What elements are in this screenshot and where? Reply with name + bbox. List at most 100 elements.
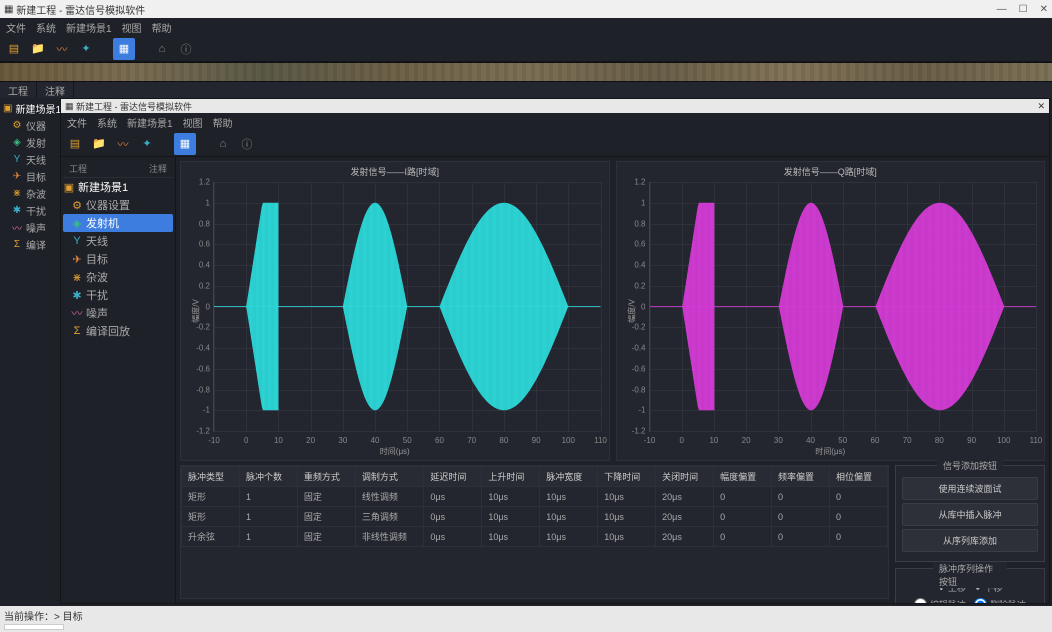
menu-system[interactable]: 系统	[36, 20, 56, 35]
col-header[interactable]: 频率偏置	[772, 467, 830, 487]
app-icon: ▦	[4, 4, 13, 15]
tb-info-icon[interactable]: ⓘ	[177, 40, 195, 58]
radio-delete-pulse[interactable]: 删除脉冲	[974, 598, 1026, 603]
noise-icon: 〰	[11, 222, 23, 234]
plane-icon: ✈	[11, 171, 23, 183]
maximize-icon[interactable]: ☐	[1019, 4, 1028, 15]
tree-item-目标[interactable]: ✈目标	[3, 168, 57, 185]
inner-menu-view[interactable]: 视图	[183, 115, 203, 130]
tree-item-仪器[interactable]: ⚙仪器	[3, 117, 57, 134]
tree-item-噪声[interactable]: 〰噪声	[3, 219, 57, 236]
inner-tree-root[interactable]: ▣ 新建场景1	[63, 178, 173, 196]
btn-use-cw[interactable]: 使用连续波面试	[902, 477, 1038, 500]
itb-doc-icon[interactable]: ▤	[66, 135, 84, 153]
status-input[interactable]	[4, 624, 64, 630]
minimize-icon[interactable]: —	[997, 4, 1007, 15]
inner-close-icon[interactable]: ✕	[1037, 101, 1045, 111]
tree-item-杂波[interactable]: ⋇杂波	[3, 185, 57, 202]
wave-icon: ⋇	[71, 271, 83, 283]
table-row[interactable]: 矩形1固定线性调频0μs10μs10μs10μs20μs000	[182, 487, 888, 507]
inner-tab-notes[interactable]: 注释	[143, 160, 173, 177]
inner-window-title: 新建工程 - 雷达信号模拟软件	[76, 100, 192, 113]
sum-icon: Σ	[11, 239, 23, 251]
status-label: 当前操作：> 目标	[4, 608, 83, 623]
col-header[interactable]: 关闭时间	[656, 467, 714, 487]
col-header[interactable]: 重频方式	[297, 467, 355, 487]
close-icon[interactable]: ✕	[1040, 4, 1048, 15]
inner-window: ▦ 新建工程 - 雷达信号模拟软件 ✕ 文件 系统 新建场景1 视图 帮助 ▤ …	[60, 98, 1050, 604]
window-title: 新建工程 - 雷达信号模拟软件	[16, 2, 145, 17]
menu-file[interactable]: 文件	[6, 20, 26, 35]
tree-item-杂波[interactable]: ⋇杂波	[63, 268, 173, 286]
tb-wave-icon[interactable]: 〰	[53, 40, 71, 58]
table-row[interactable]: 升余弦1固定非线性调频0μs10μs10μs10μs20μs000	[182, 527, 888, 547]
tree-item-目标[interactable]: ✈目标	[63, 250, 173, 268]
tb-doc-icon[interactable]: ▤	[5, 40, 23, 58]
gear-icon: ⚙	[11, 120, 23, 132]
col-header[interactable]: 脉冲个数	[239, 467, 297, 487]
itb-folder-icon[interactable]: 📁	[90, 135, 108, 153]
itb-net-icon[interactable]: ✦	[138, 135, 156, 153]
tab-project[interactable]: 工程	[0, 82, 37, 98]
gear-icon: ⚙	[71, 199, 83, 211]
outer-panel-tabs: 工程 注释	[0, 82, 1052, 98]
plot-area: -1.2-1-0.8-0.6-0.4-0.200.20.40.60.811.2-…	[213, 182, 601, 432]
radio-edit-pulse[interactable]: 编辑脉冲	[914, 598, 966, 603]
inner-menu-system[interactable]: 系统	[97, 115, 117, 130]
itb-info-icon[interactable]: ⓘ	[238, 135, 256, 153]
col-header[interactable]: 脉冲宽度	[540, 467, 598, 487]
menu-scene1[interactable]: 新建场景1	[66, 20, 112, 35]
tree-item-天线[interactable]: Y天线	[63, 232, 173, 250]
inner-menu-scene1[interactable]: 新建场景1	[127, 115, 173, 130]
chart-q[interactable]: 发射信号——Q路[时域]幅度/V-1.2-1-0.8-0.6-0.4-0.200…	[616, 161, 1046, 461]
btn-add-seq[interactable]: 从序列库添加	[902, 529, 1038, 552]
col-header[interactable]: 上升时间	[482, 467, 540, 487]
col-header[interactable]: 幅度偏置	[714, 467, 772, 487]
antenna-icon: Y	[11, 154, 23, 166]
tree-item-仪器设置[interactable]: ⚙仪器设置	[63, 196, 173, 214]
status-bar: 当前操作：> 目标	[0, 606, 1052, 632]
itb-home-icon[interactable]: ⌂	[214, 135, 232, 153]
inner-menubar: 文件 系统 新建场景1 视图 帮助	[61, 113, 1049, 131]
tree-item-编译回放[interactable]: Σ编译回放	[63, 322, 173, 340]
tab-notes[interactable]: 注释	[37, 82, 74, 98]
col-header[interactable]: 延迟时间	[424, 467, 482, 487]
tree-item-干扰[interactable]: ✱干扰	[63, 286, 173, 304]
pulse-table[interactable]: 脉冲类型脉冲个数重频方式调制方式延迟时间上升时间脉冲宽度下降时间关闭时间幅度偏置…	[180, 465, 889, 599]
tb-folder-icon[interactable]: 📁	[29, 40, 47, 58]
tree-item-天线[interactable]: Y天线	[3, 151, 57, 168]
tree-item-发射[interactable]: ◈发射	[3, 134, 57, 151]
outer-toolbar: ▤ 📁 〰 ✦ ▦ ⌂ ⓘ	[0, 36, 1052, 62]
tree-item-发射机[interactable]: ◈发射机	[63, 214, 173, 232]
tb-home-icon[interactable]: ⌂	[153, 40, 171, 58]
menu-view[interactable]: 视图	[122, 20, 142, 35]
inner-tab-project[interactable]: 工程	[63, 160, 93, 177]
col-header[interactable]: 脉冲类型	[182, 467, 240, 487]
inner-tree: 工程 注释 ▣ 新建场景1 ⚙仪器设置◈发射机Y天线✈目标⋇杂波✱干扰〰噪声Σ编…	[61, 157, 176, 603]
tb-grid-icon[interactable]: ▦	[113, 38, 135, 60]
itb-wave-icon[interactable]: 〰	[114, 135, 132, 153]
table-row[interactable]: 矩形1固定三角调频0μs10μs10μs10μs20μs000	[182, 507, 888, 527]
chart-title: 发射信号——Q路[时域]	[617, 162, 1045, 181]
itb-grid-icon[interactable]: ▦	[174, 133, 196, 155]
antenna-icon: Y	[71, 235, 83, 247]
col-header[interactable]: 相位偏置	[829, 467, 887, 487]
tree-item-编译[interactable]: Σ编译	[3, 236, 57, 253]
sum-icon: Σ	[71, 325, 83, 337]
tb-net-icon[interactable]: ✦	[77, 40, 95, 58]
outer-menubar: 文件 系统 新建场景1 视图 帮助	[0, 18, 1052, 36]
signal-add-group: 信号添加按钮 使用连续波面试 从库中插入脉冲 从序列库添加	[895, 465, 1045, 562]
tree-item-干扰[interactable]: ✱干扰	[3, 202, 57, 219]
btn-insert-pulse[interactable]: 从库中插入脉冲	[902, 503, 1038, 526]
inner-menu-file[interactable]: 文件	[67, 115, 87, 130]
jam-icon: ✱	[71, 289, 83, 301]
chart-icon: ▣	[63, 181, 75, 193]
tree-item-噪声[interactable]: 〰噪声	[63, 304, 173, 322]
tree-root[interactable]: ▣ 新建场景1	[3, 100, 57, 117]
plot-area: -1.2-1-0.8-0.6-0.4-0.200.20.40.60.811.2-…	[649, 182, 1037, 432]
menu-help[interactable]: 帮助	[152, 20, 172, 35]
inner-menu-help[interactable]: 帮助	[213, 115, 233, 130]
col-header[interactable]: 下降时间	[598, 467, 656, 487]
chart-i[interactable]: 发射信号——I路[时域]幅度/V-1.2-1-0.8-0.6-0.4-0.200…	[180, 161, 610, 461]
col-header[interactable]: 调制方式	[355, 467, 424, 487]
